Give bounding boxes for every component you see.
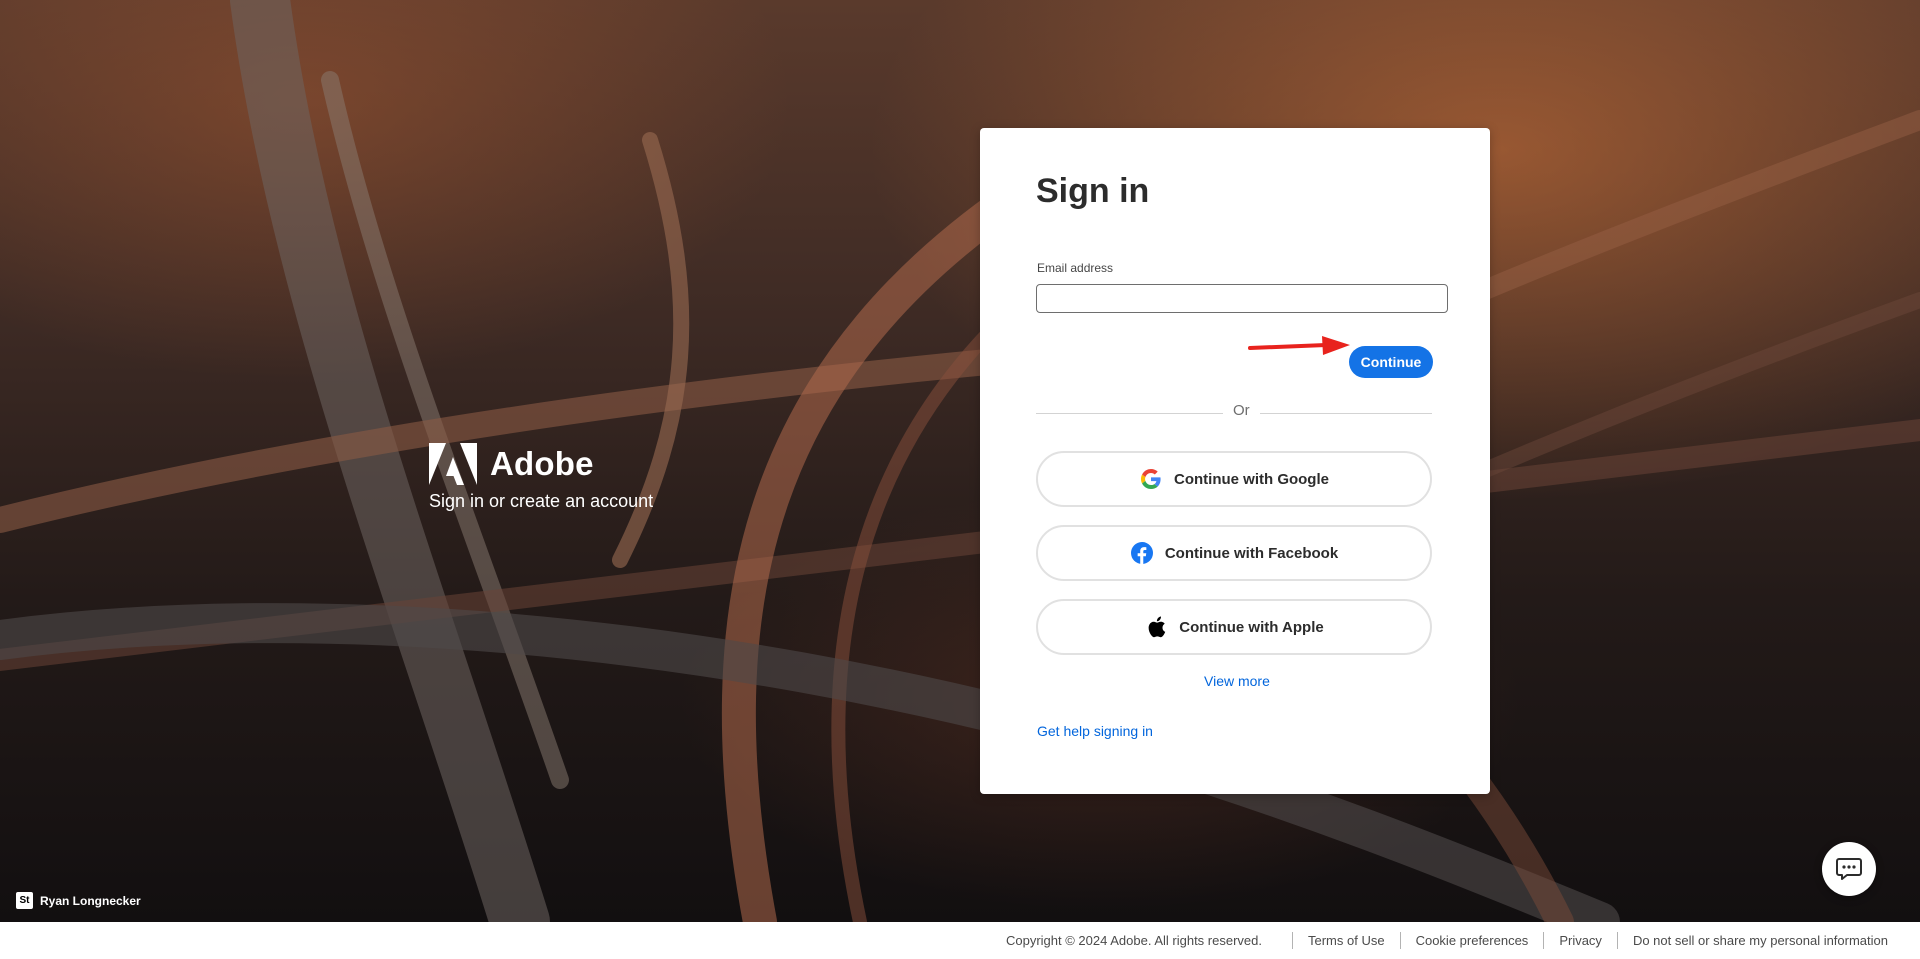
annotation-arrow-icon [1248, 336, 1350, 355]
social-button-label: Continue with Facebook [1164, 544, 1339, 562]
photographer-name: Ryan Longnecker [40, 893, 141, 908]
divider-text: Or [1223, 402, 1260, 419]
email-field[interactable] [1036, 284, 1448, 313]
stock-badge-icon: St [16, 892, 33, 909]
facebook-icon [1130, 541, 1154, 565]
apple-icon [1144, 615, 1168, 639]
email-label: Email address [1037, 261, 1114, 275]
chat-button[interactable] [1822, 842, 1876, 896]
continue-with-facebook-button[interactable]: Continue with Facebook [1036, 525, 1432, 581]
cookie-preferences-link[interactable]: Cookie preferences [1416, 933, 1529, 948]
brand-block: Adobe Sign in or create an account [429, 443, 653, 512]
footer-separator [1616, 932, 1618, 949]
highway-illustration [0, 0, 1920, 922]
terms-of-use-link[interactable]: Terms of Use [1308, 933, 1385, 948]
copyright-text: Copyright © 2024 Adobe. All rights reser… [1005, 933, 1262, 948]
footer-separator [1543, 932, 1545, 949]
continue-with-apple-button[interactable]: Continue with Apple [1036, 599, 1432, 655]
chat-icon [1836, 858, 1862, 880]
footer-separator [1399, 932, 1401, 949]
continue-button[interactable]: Continue [1349, 346, 1433, 378]
page-title: Sign in [1036, 172, 1150, 210]
social-button-label: Continue with Apple [1179, 618, 1324, 636]
adobe-logo-icon [429, 443, 477, 485]
background-photo [0, 0, 1920, 922]
google-icon [1139, 467, 1163, 491]
continue-with-google-button[interactable]: Continue with Google [1036, 451, 1432, 507]
footer: Copyright © 2024 Adobe. All rights reser… [0, 922, 1920, 959]
brand-tagline: Sign in or create an account [429, 491, 654, 511]
photo-credit[interactable]: St Ryan Longnecker [16, 892, 141, 909]
privacy-link[interactable]: Privacy [1559, 933, 1602, 948]
signin-card: Sign in Email address Continue Or Contin… [980, 128, 1490, 794]
do-not-sell-link[interactable]: Do not sell or share my personal informa… [1633, 933, 1888, 948]
view-more-link[interactable]: View more [1204, 673, 1270, 689]
get-help-link[interactable]: Get help signing in [1037, 723, 1153, 739]
brand-name: Adobe [490, 445, 594, 482]
footer-separator [1292, 932, 1293, 949]
social-button-label: Continue with Google [1174, 470, 1329, 488]
